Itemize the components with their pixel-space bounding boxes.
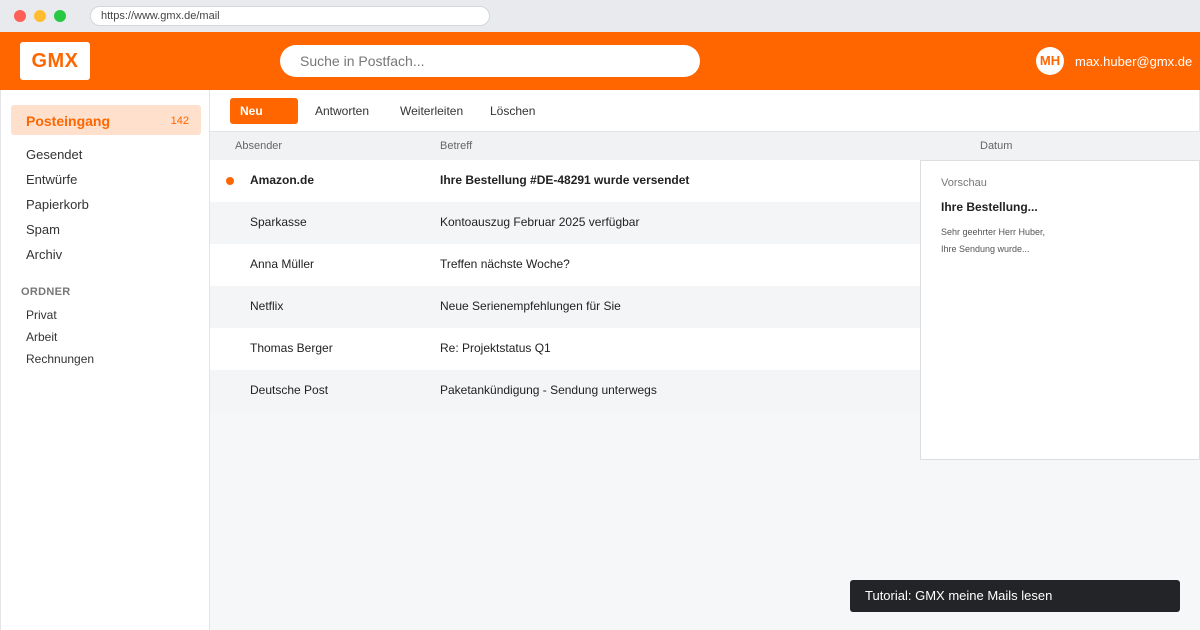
window-maximize-icon[interactable] bbox=[54, 10, 66, 22]
mail-sender: Anna Müller bbox=[250, 257, 315, 271]
new-mail-button[interactable]: Neu bbox=[230, 98, 298, 124]
mail-row[interactable]: Deutsche Post Paketankündigung - Sendung… bbox=[210, 370, 920, 412]
mail-subject: Paketankündigung - Sendung unterwegs bbox=[440, 383, 657, 397]
mail-subject: Re: Projektstatus Q1 bbox=[440, 341, 551, 355]
sidebar-item-entwuerfe[interactable]: Entwürfe bbox=[26, 172, 77, 187]
column-header-subject[interactable]: Betreff bbox=[440, 140, 472, 152]
unread-dot-icon bbox=[226, 177, 234, 185]
mail-subject: Ihre Bestellung #DE-48291 wurde versende… bbox=[440, 173, 690, 187]
sidebar-item-papierkorb[interactable]: Papierkorb bbox=[26, 197, 89, 212]
mail-subject: Treffen nächste Woche? bbox=[440, 257, 570, 271]
folder-item-privat[interactable]: Privat bbox=[26, 308, 57, 322]
mail-row[interactable]: Anna Müller Treffen nächste Woche? bbox=[210, 244, 920, 286]
gmx-logo[interactable]: GMX bbox=[20, 42, 90, 80]
folders-section-title: ORDNER bbox=[21, 286, 71, 298]
sidebar-item-spam[interactable]: Spam bbox=[26, 222, 60, 237]
mail-sender: Netflix bbox=[250, 299, 284, 313]
mail-list-header: Absender Betreff Datum bbox=[210, 132, 1200, 160]
sidebar-item-label: Posteingang bbox=[26, 113, 111, 129]
user-email[interactable]: max.huber@gmx.de bbox=[1075, 54, 1192, 69]
sidebar-item-gesendet[interactable]: Gesendet bbox=[26, 147, 82, 162]
preview-label: Vorschau bbox=[941, 177, 987, 189]
mail-row[interactable]: Thomas Berger Re: Projektstatus Q1 bbox=[210, 328, 920, 370]
unread-count-badge: 142 bbox=[170, 115, 189, 127]
mail-subject: Kontoauszug Februar 2025 verfügbar bbox=[440, 215, 640, 229]
mail-subject: Neue Serienempfehlungen für Sie bbox=[440, 299, 621, 313]
browser-chrome: https://www.gmx.de/mail bbox=[0, 0, 1200, 32]
reply-button[interactable]: Antworten bbox=[315, 104, 369, 118]
delete-button[interactable]: Löschen bbox=[490, 104, 535, 118]
avatar[interactable]: MH bbox=[1036, 47, 1064, 75]
folder-item-rechnungen[interactable]: Rechnungen bbox=[26, 352, 94, 366]
window-minimize-icon[interactable] bbox=[34, 10, 46, 22]
mail-sender: Deutsche Post bbox=[250, 383, 329, 397]
forward-button[interactable]: Weiterleiten bbox=[400, 104, 463, 118]
column-header-sender[interactable]: Absender bbox=[235, 140, 282, 152]
search-input[interactable] bbox=[280, 45, 700, 77]
address-bar[interactable]: https://www.gmx.de/mail bbox=[90, 6, 490, 26]
mail-row[interactable]: Amazon.de Ihre Bestellung #DE-48291 wurd… bbox=[210, 160, 920, 202]
mail-sender: Thomas Berger bbox=[250, 341, 333, 355]
preview-title: Ihre Bestellung... bbox=[941, 200, 1038, 214]
preview-text-line: Ihre Sendung wurde... bbox=[941, 244, 1030, 254]
mail-sender: Sparkasse bbox=[250, 215, 307, 229]
app-header: GMX MH max.huber@gmx.de bbox=[0, 32, 1200, 90]
preview-text-line: Sehr geehrter Herr Huber, bbox=[941, 227, 1046, 237]
mail-sender: Amazon.de bbox=[250, 173, 315, 187]
folder-item-arbeit[interactable]: Arbeit bbox=[26, 330, 57, 344]
mail-row[interactable]: Netflix Neue Serienempfehlungen für Sie bbox=[210, 286, 920, 328]
column-header-date[interactable]: Datum bbox=[980, 140, 1012, 152]
window-close-icon[interactable] bbox=[14, 10, 26, 22]
sidebar-item-archiv[interactable]: Archiv bbox=[26, 247, 62, 262]
sidebar-item-posteingang[interactable]: Posteingang 142 bbox=[11, 105, 201, 135]
preview-pane[interactable]: Vorschau Ihre Bestellung... Sehr geehrte… bbox=[920, 160, 1200, 460]
sidebar: Posteingang 142 Gesendet Entwürfe Papier… bbox=[0, 90, 210, 630]
mail-toolbar: Neu Antworten Weiterleiten Löschen bbox=[210, 90, 1200, 132]
mail-row[interactable]: Sparkasse Kontoauszug Februar 2025 verfü… bbox=[210, 202, 920, 244]
tutorial-toast: Tutorial: GMX meine Mails lesen bbox=[850, 580, 1180, 612]
